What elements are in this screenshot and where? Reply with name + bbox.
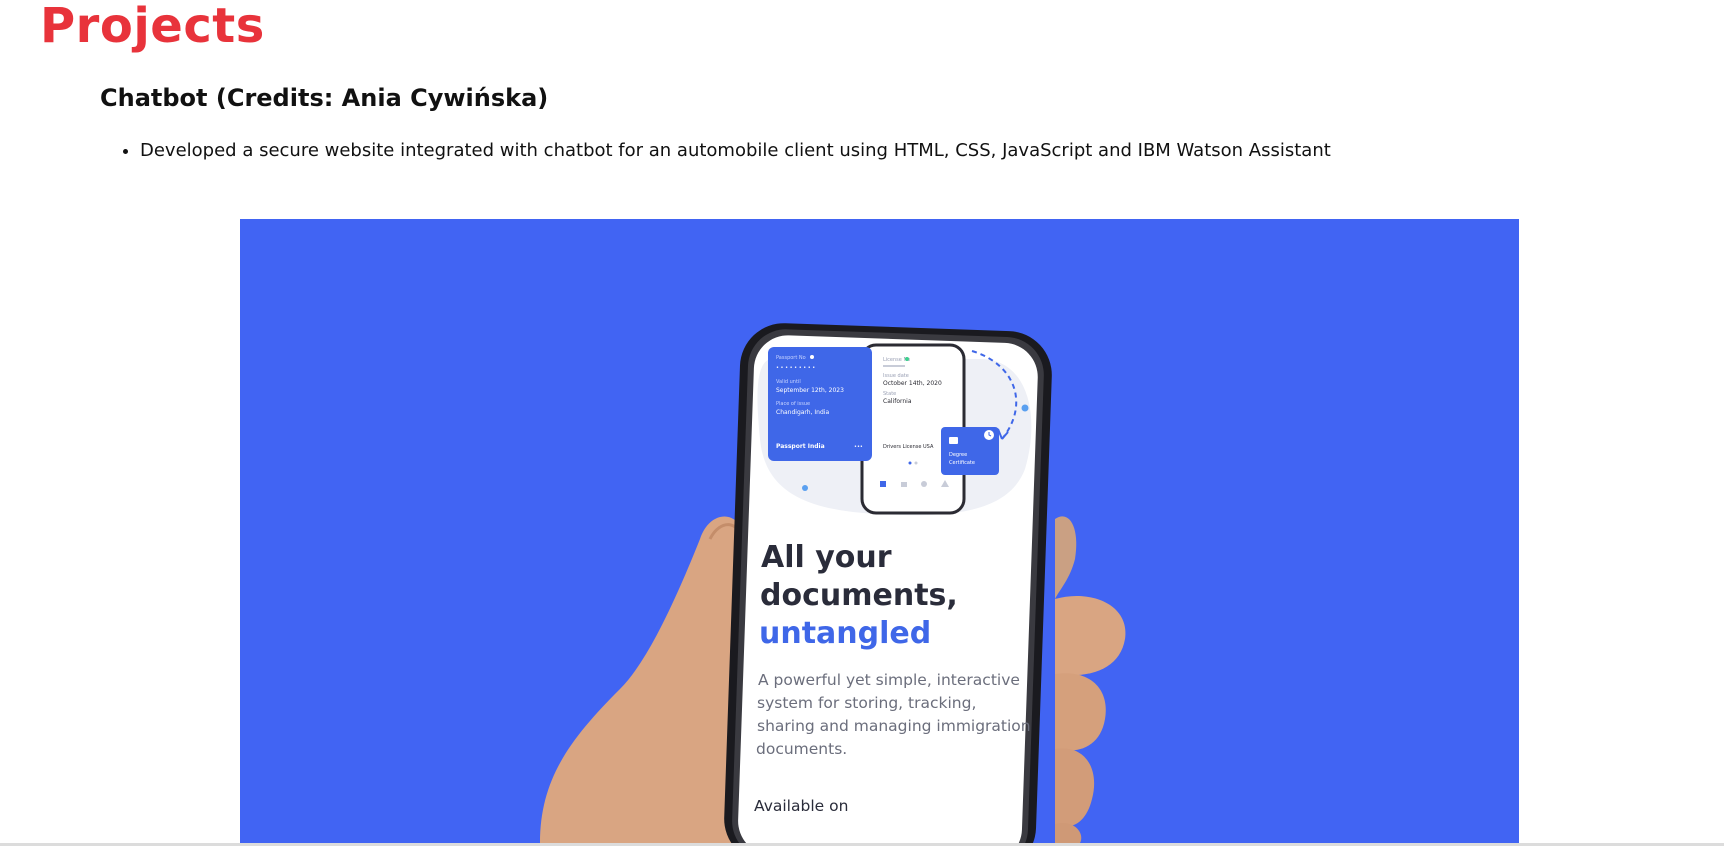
passport-more-icon: ••• — [854, 444, 863, 450]
connector-dot — [1021, 404, 1029, 412]
passport-footer: Passport India — [776, 443, 825, 450]
hero-description-line2: system for storing, tracking, — [757, 694, 976, 712]
passport-number-label: Passport No — [776, 355, 806, 361]
state-value: California — [883, 398, 912, 405]
place-value: Chandigarh, India — [776, 409, 829, 416]
state-label: State — [883, 391, 896, 397]
degree-label-line2: Certificate — [949, 460, 975, 466]
license-footer: Drivers License USA — [883, 444, 934, 450]
degree-card: Degree Certificate — [941, 427, 999, 475]
project-title: Chatbot (Credits: Ania Cywińska) — [100, 84, 549, 112]
project-hero-image: License No Issue date October 14th, 2020… — [240, 219, 1519, 843]
project-bullet-list: Developed a secure website integrated wi… — [118, 138, 1331, 164]
hand-icon — [921, 481, 927, 487]
certificate-icon — [949, 437, 958, 444]
hero-headline-accent: untangled — [759, 616, 931, 651]
hero-description-line4: documents. — [756, 740, 847, 758]
page-title: Projects — [40, 0, 265, 54]
place-label: Place of issue — [776, 401, 810, 407]
degree-label-line1: Degree — [949, 452, 967, 458]
available-on-label: Available on — [754, 797, 848, 815]
folder-icon — [880, 481, 886, 487]
hero-description-line3: sharing and managing immigration — [757, 717, 1031, 735]
issue-date-label: Issue date — [883, 373, 909, 379]
passport-masked-number: • • • • • • • • • — [776, 365, 815, 371]
hero-headline-line1: All your — [761, 540, 892, 575]
issue-date-value: October 14th, 2020 — [883, 380, 942, 387]
valid-until-value: September 12th, 2023 — [776, 387, 844, 394]
passport-card: Passport No • • • • • • • • • Valid unti… — [768, 347, 872, 461]
connector-dot — [802, 485, 808, 491]
hero-illustration: License No Issue date October 14th, 2020… — [540, 323, 1126, 843]
hero-description-line1: A powerful yet simple, interactive — [758, 671, 1020, 689]
hero-headline-line2: documents, — [760, 578, 958, 613]
list-item: Developed a secure website integrated wi… — [140, 138, 1331, 164]
valid-until-label: Valid until — [776, 379, 801, 385]
clock-icon — [901, 482, 907, 487]
